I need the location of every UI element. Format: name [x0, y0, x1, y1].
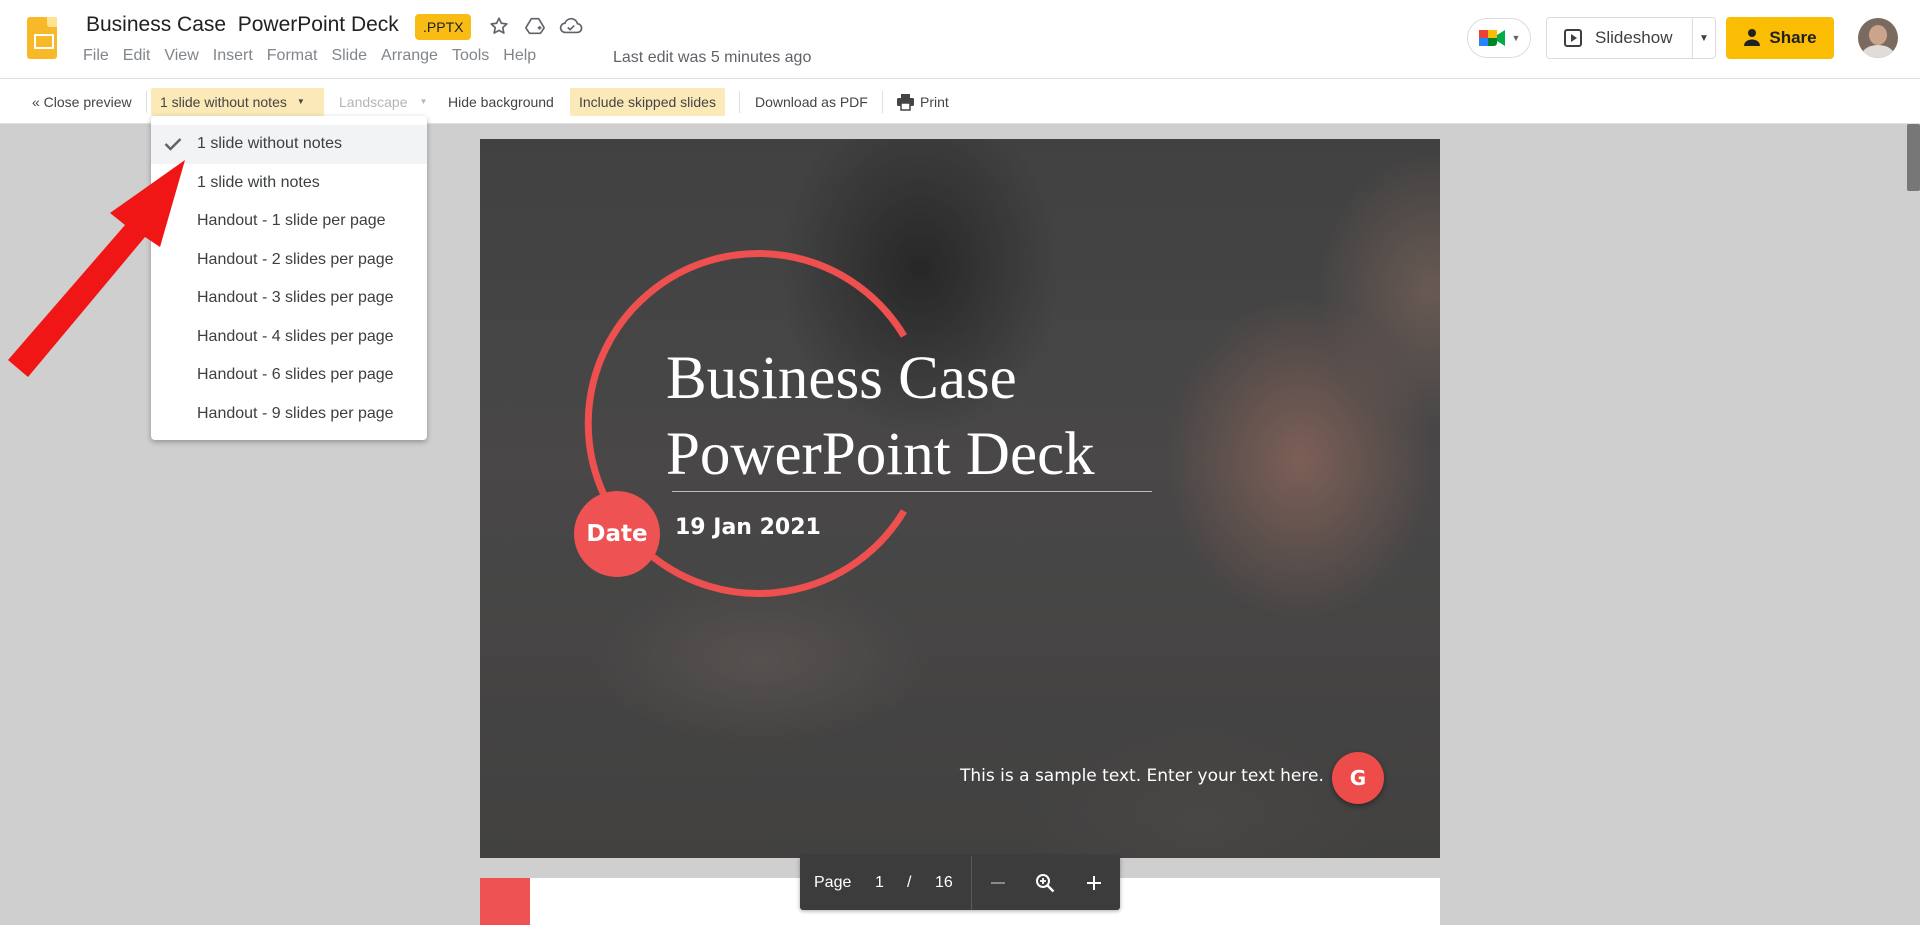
layout-option-label: Handout - 1 slide per page: [197, 212, 386, 229]
layout-option-label: Handout - 4 slides per page: [197, 327, 394, 345]
slide-sample-text: This is a sample text. Enter your text h…: [960, 766, 1324, 786]
cloud-saved-icon[interactable]: [558, 13, 584, 39]
star-icon[interactable]: [486, 13, 512, 39]
slide-logo-badge: G: [1332, 752, 1384, 804]
menu-tools[interactable]: Tools: [445, 47, 496, 65]
app-header: Business Case PowerPoint Deck .PPTX File…: [0, 0, 1920, 78]
menu-help[interactable]: Help: [496, 47, 543, 65]
layout-option-label: Handout - 3 slides per page: [197, 289, 394, 306]
meet-icon: [1478, 30, 1505, 46]
layout-option-label: Handout - 9 slides per page: [197, 404, 394, 422]
page-controls-divider: [971, 856, 972, 910]
slideshow-options-dropdown[interactable]: ▼: [1693, 33, 1715, 44]
menu-format[interactable]: Format: [260, 47, 325, 65]
slide-title-line2: PowerPoint Deck: [666, 421, 1095, 488]
layout-option-label: 1 slide without notes: [197, 135, 342, 152]
vertical-scrollbar[interactable]: [1907, 124, 1920, 925]
scrollbar-thumb[interactable]: [1907, 124, 1920, 191]
menu-slide[interactable]: Slide: [324, 47, 374, 65]
menu-insert[interactable]: Insert: [206, 47, 260, 65]
menu-file[interactable]: File: [76, 47, 116, 65]
dropdown-caret-icon: ▼: [296, 97, 305, 106]
menu-bar: File Edit View Insert Format Slide Arran…: [76, 47, 543, 65]
page-label: Page: [814, 874, 852, 891]
close-preview-button[interactable]: « Close preview: [32, 88, 132, 116]
total-pages: 16: [935, 874, 953, 891]
print-label: Print: [920, 94, 949, 110]
menu-view[interactable]: View: [157, 47, 205, 65]
slide-preview: Business Case PowerPoint Deck Date 19 Ja…: [480, 139, 1440, 858]
last-edit-status[interactable]: Last edit was 5 minutes ago: [613, 49, 811, 67]
menu-edit[interactable]: Edit: [116, 47, 158, 65]
orientation-label: Landscape: [339, 94, 408, 110]
print-button[interactable]: Print: [896, 88, 949, 116]
zoom-out-icon[interactable]: [984, 869, 1012, 897]
chevron-down-icon: ▼: [1699, 32, 1709, 44]
share-button[interactable]: Share: [1726, 17, 1834, 59]
present-icon: [1564, 29, 1582, 47]
lock-person-icon: [1744, 29, 1761, 46]
zoom-icon[interactable]: [1031, 869, 1059, 897]
layout-option-label: Handout - 6 slides per page: [197, 366, 394, 383]
page-separator: /: [907, 874, 912, 891]
toolbar-divider: [739, 91, 740, 113]
layout-dropdown-label: 1 slide without notes: [160, 94, 287, 110]
slideshow-label: Slideshow: [1595, 28, 1673, 47]
dropdown-caret-icon: ▼: [419, 97, 428, 106]
file-type-badge: .PPTX: [415, 14, 472, 40]
title-underline: [672, 491, 1152, 492]
slide-accent-block: [480, 878, 530, 925]
slides-logo-icon[interactable]: [27, 17, 57, 59]
menu-arrange[interactable]: Arrange: [374, 47, 445, 65]
share-label: Share: [1769, 28, 1817, 47]
chevron-down-icon: ▼: [1511, 33, 1521, 43]
slide-date: 19 Jan 2021: [675, 515, 821, 540]
orientation-dropdown[interactable]: Landscape ▼: [339, 88, 427, 116]
layout-option-label: Handout - 2 slides per page: [197, 250, 394, 268]
zoom-in-icon[interactable]: [1080, 869, 1108, 897]
slide-title-line1: Business Case: [666, 345, 1017, 412]
layout-dropdown[interactable]: 1 slide without notes ▼: [151, 88, 324, 116]
toolbar-divider: [146, 91, 147, 113]
slideshow-button[interactable]: Slideshow: [1547, 18, 1693, 58]
layout-option-handout-9[interactable]: Handout - 9 slides per page: [151, 395, 427, 434]
page-controls: Page 1 / 16: [800, 856, 1120, 910]
document-title[interactable]: Business Case PowerPoint Deck: [86, 13, 399, 37]
meet-button[interactable]: ▼: [1467, 18, 1531, 58]
current-page-input[interactable]: 1: [875, 856, 884, 910]
date-badge: Date: [574, 491, 660, 577]
user-avatar[interactable]: [1858, 18, 1898, 58]
slideshow-button-group: Slideshow ▼: [1546, 17, 1716, 59]
hide-background-button[interactable]: Hide background: [448, 88, 554, 116]
annotation-arrow-icon: [8, 160, 185, 377]
printer-icon: [897, 94, 914, 111]
layout-option-label: 1 slide with notes: [197, 173, 320, 191]
slide-title: Business Case PowerPoint Deck: [666, 341, 1095, 493]
download-pdf-button[interactable]: Download as PDF: [755, 88, 868, 116]
toolbar-divider: [882, 91, 883, 113]
include-skipped-slides-toggle[interactable]: Include skipped slides: [570, 88, 725, 116]
move-to-drive-icon[interactable]: [522, 13, 548, 39]
